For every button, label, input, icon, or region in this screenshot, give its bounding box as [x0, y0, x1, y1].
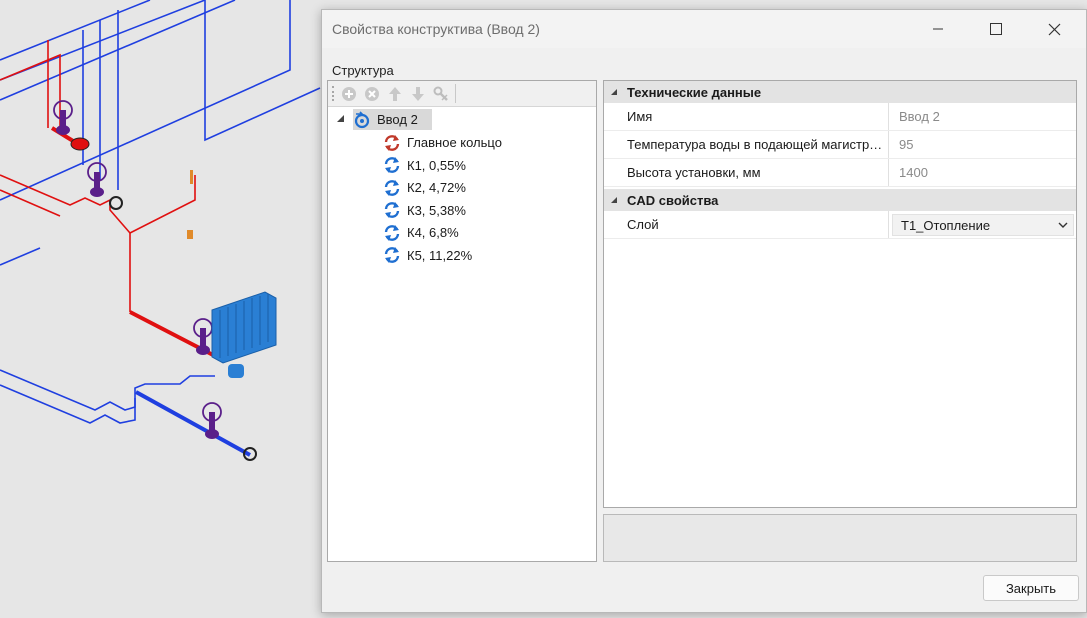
add-button[interactable]	[339, 84, 359, 103]
toolbar-separator	[455, 84, 456, 103]
category-title: Технические данные	[627, 84, 762, 100]
tree-item-ring[interactable]: К3, 5,38%	[383, 200, 466, 221]
wrench-icon	[433, 86, 448, 101]
collapse-arrow-icon	[611, 89, 617, 95]
minimize-icon	[933, 28, 943, 30]
chevron-down-icon	[1058, 222, 1068, 228]
tree-item-main-ring[interactable]: Главное кольцо	[383, 132, 502, 153]
property-value: 95	[899, 137, 914, 152]
maximize-button[interactable]	[967, 10, 1025, 48]
tree-item-ring[interactable]: К5, 11,22%	[383, 245, 472, 266]
fitting-marker	[190, 170, 193, 184]
tree-item-ring[interactable]: К1, 0,55%	[383, 155, 466, 176]
property-grid: Технические данные Имя Ввод 2 Температур…	[603, 80, 1077, 508]
structure-tree-panel: Ввод 2 Главное кольцо К1, 0,55% К2, 4,72% К…	[327, 80, 597, 562]
move-down-button[interactable]	[408, 84, 428, 103]
ring-icon	[383, 246, 401, 264]
ring-icon	[383, 156, 401, 174]
property-label: Слой	[627, 211, 889, 238]
ring-icon	[383, 201, 401, 219]
main-ring-icon	[383, 134, 401, 152]
layer-selected-value: Т1_Отопление	[901, 218, 991, 233]
tree-item-label: К3, 5,38%	[407, 202, 466, 218]
toolbar-grip	[332, 86, 336, 101]
property-value: 1400	[899, 165, 928, 180]
property-value: Ввод 2	[899, 109, 940, 124]
property-name-row[interactable]: Имя Ввод 2	[604, 103, 1076, 131]
title-bar[interactable]: Свойства конструктива (Ввод 2)	[322, 10, 1086, 48]
property-label: Высота установки, мм	[627, 159, 889, 186]
tree-item-label: К1, 0,55%	[407, 157, 466, 173]
settings-button[interactable]	[431, 84, 451, 103]
tree-item-ring[interactable]: К4, 6,8%	[383, 222, 459, 243]
window-title: Свойства конструктива (Ввод 2)	[332, 21, 540, 37]
close-button[interactable]: Закрыть	[983, 575, 1079, 601]
collapse-arrow-icon	[611, 197, 617, 203]
property-temperature-row[interactable]: Температура воды в подающей магистрали, …	[604, 131, 1076, 159]
arrow-up-icon	[389, 86, 401, 101]
tree-root-label: Ввод 2	[377, 112, 418, 127]
tree-item-label: К2, 4,72%	[407, 180, 466, 195]
category-title: CAD свойства	[627, 192, 719, 208]
close-icon	[1048, 23, 1060, 35]
properties-dialog: Свойства конструктива (Ввод 2) Структура	[321, 9, 1087, 613]
fitting-marker	[187, 230, 193, 239]
property-label: Имя	[627, 103, 889, 130]
add-icon	[342, 86, 356, 101]
structure-label: Структура	[332, 63, 394, 78]
move-up-button[interactable]	[385, 84, 405, 103]
minimize-button[interactable]	[909, 10, 967, 48]
category-cad-properties[interactable]: CAD свойства	[604, 189, 1076, 211]
root-input-icon	[353, 110, 371, 129]
ring-icon	[383, 179, 401, 197]
category-tech-data[interactable]: Технические данные	[604, 81, 1076, 103]
description-panel	[603, 514, 1077, 562]
tree-item-ring[interactable]: К2, 4,72%	[383, 177, 466, 198]
close-window-button[interactable]	[1025, 10, 1083, 48]
tree-item-label: К5, 11,22%	[407, 247, 473, 263]
tree-item-label: Главное кольцо	[407, 135, 502, 150]
arrow-down-icon	[412, 86, 424, 101]
tree-toolbar	[328, 81, 596, 107]
tree-root-item[interactable]: Ввод 2	[353, 109, 432, 130]
property-label: Температура воды в подающей магистрали, …	[627, 131, 889, 158]
property-layer-row[interactable]: Слой Т1_Отопление	[604, 211, 1076, 239]
layer-dropdown[interactable]: Т1_Отопление	[892, 214, 1074, 236]
delete-icon	[365, 86, 379, 101]
property-height-row[interactable]: Высота установки, мм 1400	[604, 159, 1076, 187]
tree-item-label: К4, 6,8%	[407, 225, 459, 240]
ring-icon	[383, 224, 401, 242]
maximize-icon	[990, 23, 1002, 35]
collapse-arrow-icon[interactable]	[336, 114, 345, 123]
delete-button[interactable]	[362, 84, 382, 103]
